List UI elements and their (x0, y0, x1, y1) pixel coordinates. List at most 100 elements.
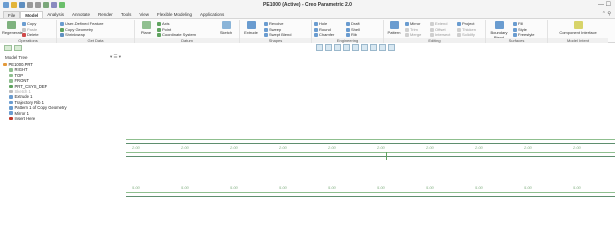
dimension-label[interactable]: 2.00 (132, 145, 140, 150)
model-intent-group-label[interactable]: Model Intent (548, 38, 608, 43)
coordinate-system-button[interactable]: Coordinate System (157, 32, 196, 37)
group-model-intent: Component Interface Model Intent (548, 20, 608, 43)
dimension-label[interactable]: 5.00 (328, 185, 336, 190)
dimension-label[interactable]: 5.00 (475, 185, 483, 190)
datum-display-icon[interactable] (379, 44, 386, 51)
dimension-label[interactable]: 5.00 (426, 185, 434, 190)
extrude-label: Extrude (244, 30, 258, 35)
intersect-button[interactable]: Intersect (430, 32, 450, 37)
tab-annotate[interactable]: Annotate (68, 11, 94, 18)
graphics-area[interactable]: 2.00 2.00 2.00 2.00 2.00 2.00 2.00 2.00 2.00 2.00… (126, 52, 615, 244)
user-defined-feature-button[interactable]: User-Defined Feature (60, 21, 103, 26)
window-controls[interactable]: — ☐ (598, 1, 611, 8)
revolve-button[interactable]: Revolve (264, 21, 283, 26)
model-tree-header: Model Tree ▾ ☰ ▾ (3, 53, 123, 61)
merge-button[interactable]: Merge (405, 32, 421, 37)
mirror-button[interactable]: Mirror (405, 21, 420, 26)
surfaces-group-label[interactable]: Surfaces (486, 38, 547, 43)
navigator-tabs (4, 45, 22, 51)
dimension-label[interactable]: 2.00 (279, 145, 287, 150)
dimension-label[interactable]: 5.00 (524, 185, 532, 190)
view-manager-icon[interactable] (370, 44, 377, 51)
udf-label: User-Defined Feature (65, 21, 104, 26)
datum-plane-icon (9, 73, 13, 78)
style-icon (513, 27, 517, 32)
tree-settings-icon[interactable]: ▾ ☰ ▾ (110, 54, 121, 60)
dimension-label[interactable]: 5.00 (230, 185, 238, 190)
dimension-label[interactable]: 5.00 (573, 185, 581, 190)
axis-button[interactable]: Axis (157, 21, 170, 26)
dimension-label[interactable]: 2.00 (573, 145, 581, 150)
pattern-button[interactable]: Pattern (386, 21, 402, 35)
edge-line (126, 139, 615, 140)
rib-icon (9, 100, 13, 105)
folder-browser-tab-icon[interactable] (14, 45, 22, 51)
dimension-label[interactable]: 5.00 (279, 185, 287, 190)
solidify-button[interactable]: Solidify (457, 32, 475, 37)
freestyle-button[interactable]: Freestyle (513, 32, 534, 37)
edge-line (126, 152, 615, 153)
dimension-label[interactable]: 2.00 (426, 145, 434, 150)
extend-button[interactable]: Extend (430, 21, 447, 26)
dimension-label[interactable]: 2.00 (524, 145, 532, 150)
datum-group-label[interactable]: Datum (135, 38, 239, 43)
get-data-group-label[interactable]: Get Data (57, 38, 134, 43)
dimension-label[interactable]: 2.00 (328, 145, 336, 150)
sketch-button[interactable]: Sketch (217, 21, 235, 35)
dimension-label[interactable]: 2.00 (181, 145, 189, 150)
datum-axis-marker (386, 152, 387, 160)
dimension-label[interactable]: 5.00 (181, 185, 189, 190)
plane-button[interactable]: Plane (138, 21, 154, 35)
engineering-group-label[interactable]: Engineering (312, 38, 383, 43)
rib-button[interactable]: Rib (346, 32, 357, 37)
tab-model[interactable]: Model (20, 11, 44, 18)
tab-applications[interactable]: Applications (196, 11, 228, 18)
project-button[interactable]: Project (457, 21, 474, 26)
dimension-label[interactable]: 2.00 (377, 145, 385, 150)
help-icon[interactable]: ⌃ ⚲ (602, 11, 611, 17)
component-interface-button[interactable]: Component Interface (556, 21, 600, 35)
saved-orientations-icon[interactable] (361, 44, 368, 51)
extrude-button[interactable]: Extrude (242, 21, 260, 35)
tab-view[interactable]: View (135, 11, 153, 18)
edge-line (126, 192, 615, 193)
refit-icon[interactable] (316, 44, 323, 51)
tab-flexible-modeling[interactable]: Flexible Modeling (153, 11, 196, 18)
annotation-display-icon[interactable] (388, 44, 395, 51)
group-datum: Plane Axis Point Coordinate System Sketc… (135, 20, 240, 43)
tab-analysis[interactable]: Analysis (43, 11, 68, 18)
editing-group-label[interactable]: Editing (384, 38, 485, 43)
fill-button[interactable]: Fill (513, 21, 523, 26)
draft-button[interactable]: Draft (346, 21, 360, 26)
operations-group-label[interactable]: Operations (0, 38, 56, 43)
tab-file[interactable]: File (3, 11, 21, 18)
zoom-out-icon[interactable] (334, 44, 341, 51)
model-tree-tab-icon[interactable] (4, 45, 12, 51)
dimension-label[interactable]: 2.00 (475, 145, 483, 150)
zoom-in-icon[interactable] (325, 44, 332, 51)
delete-button[interactable]: Delete (22, 32, 39, 37)
hole-button[interactable]: Hole (314, 21, 327, 26)
rib-label: Rib (351, 32, 358, 37)
delete-label: Delete (27, 32, 39, 37)
display-style-icon[interactable] (352, 44, 359, 51)
dimension-label[interactable]: 5.00 (132, 185, 140, 190)
mirror-icon (9, 111, 13, 115)
tab-render[interactable]: Render (94, 11, 117, 18)
regenerate-button[interactable]: Regenerate (2, 21, 23, 35)
model-tree: PE1000.PRT RIGHT TOP FRONT PRT_CSYS_DEF Sketc… (3, 62, 123, 121)
intersect-icon (430, 32, 434, 37)
dimension-label[interactable]: 5.00 (377, 185, 385, 190)
swept-blend-button[interactable]: Swept Blend (264, 32, 291, 37)
copy-icon (22, 21, 26, 26)
part-icon (3, 62, 7, 67)
repaint-icon[interactable] (343, 44, 350, 51)
tree-item[interactable]: Insert Here (3, 116, 123, 121)
shrinkwrap-button[interactable]: Shrinkwrap (60, 32, 85, 37)
chamfer-button[interactable]: Chamfer (314, 32, 334, 37)
dimension-label[interactable]: 2.00 (230, 145, 238, 150)
shapes-group-label[interactable]: Shapes (240, 38, 311, 43)
copy-button[interactable]: Copy (22, 21, 36, 26)
rib-icon (346, 32, 350, 37)
tab-tools[interactable]: Tools (117, 11, 136, 18)
